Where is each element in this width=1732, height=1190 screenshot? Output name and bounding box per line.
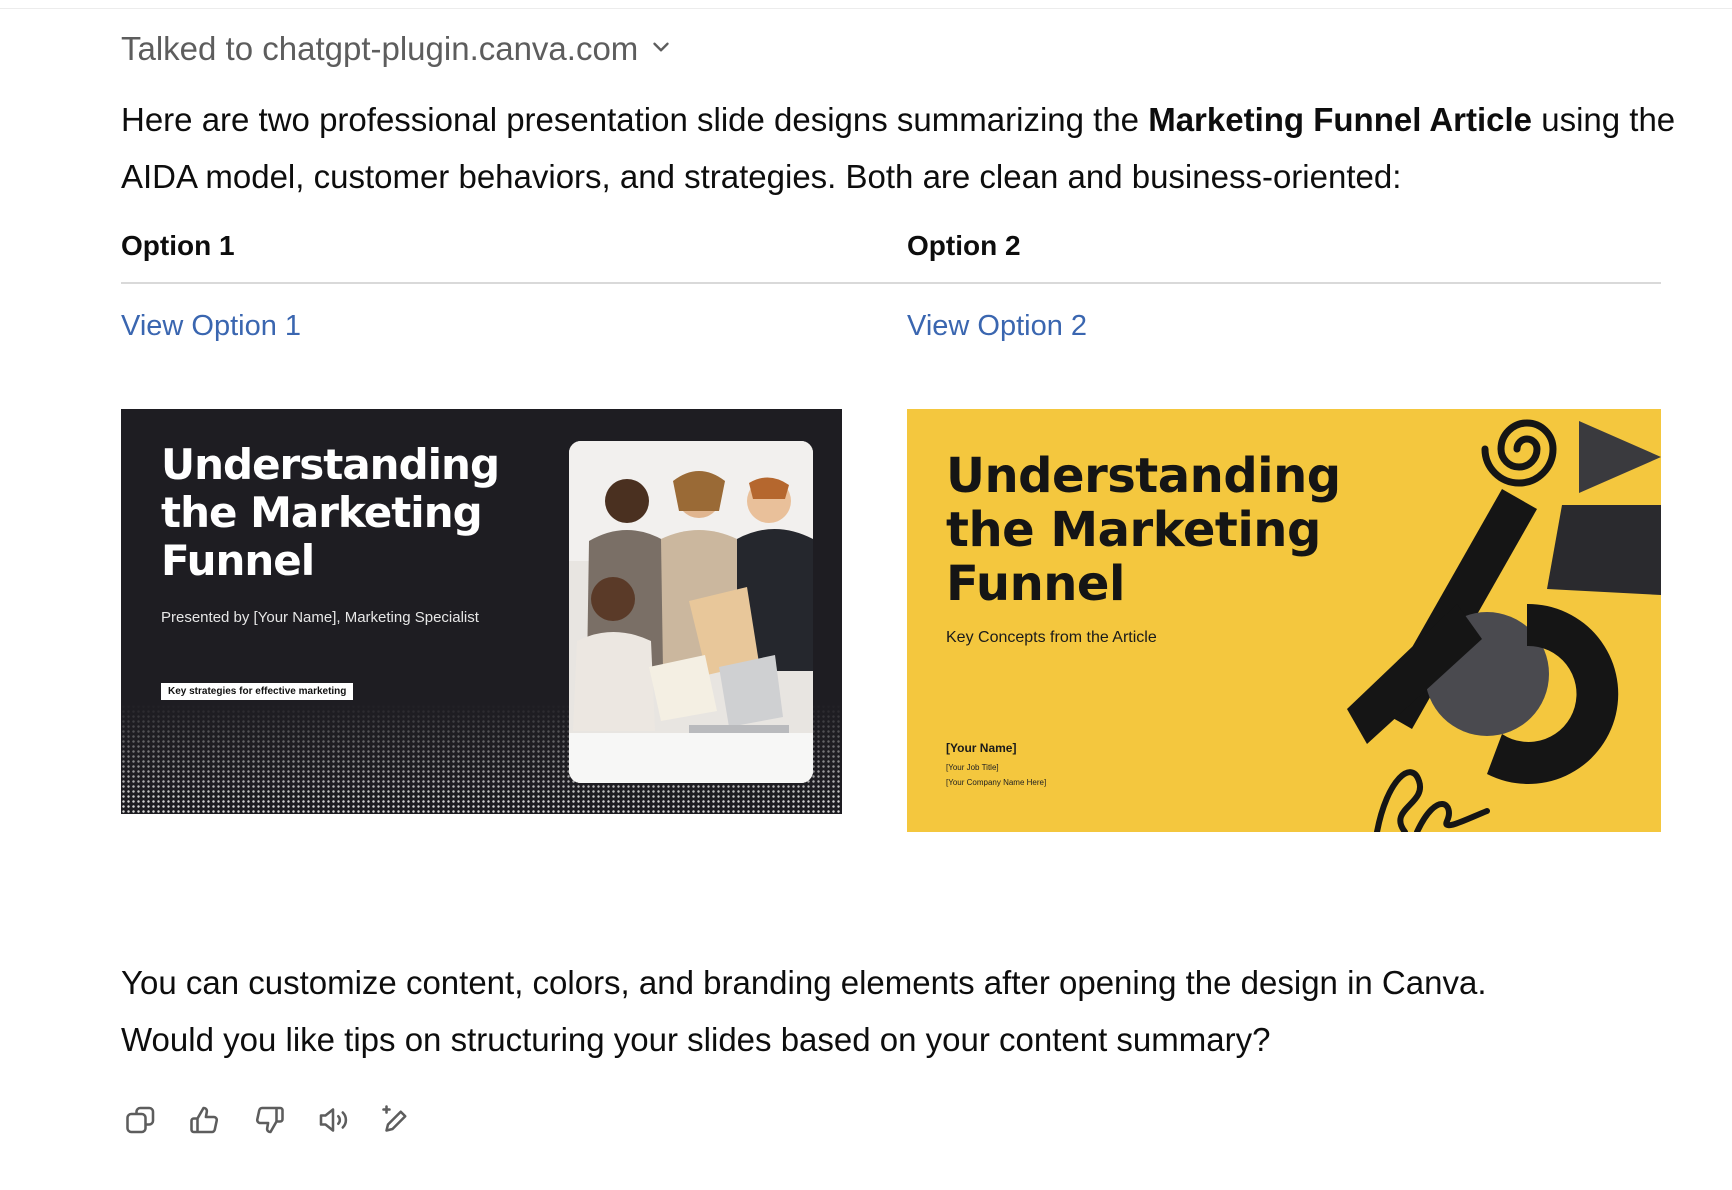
option-1-header: Option 1	[121, 230, 235, 261]
slide-preview-option-2[interactable]: Understanding the Marketing Funnel Key C…	[907, 409, 1661, 832]
slide-2-company: [Your Company Name Here]	[946, 778, 1047, 787]
table-divider	[121, 282, 1661, 284]
thumbs-down-button[interactable]	[249, 1100, 289, 1140]
chevron-down-icon	[648, 30, 674, 68]
tool-call-label: Talked to chatgpt-plugin.canva.com	[121, 30, 639, 67]
thumbs-down-icon	[256, 1106, 284, 1134]
thumbs-up-icon	[190, 1106, 218, 1134]
edit-sparkle-icon	[382, 1105, 407, 1132]
intro-paragraph: Here are two professional presentation s…	[121, 101, 1676, 195]
view-option-1-link[interactable]: View Option 1	[121, 310, 301, 343]
option-2-header: Option 2	[907, 230, 1021, 261]
read-aloud-button[interactable]	[313, 1100, 353, 1140]
business-team-photo	[569, 441, 813, 783]
copy-icon	[126, 1106, 155, 1134]
edit-button[interactable]	[377, 1100, 417, 1140]
copy-button[interactable]	[121, 1100, 161, 1140]
outro-line-2: Would you like tips on structuring your …	[121, 1021, 1271, 1058]
view-option-2-link[interactable]: View Option 2	[907, 310, 1087, 343]
slide-preview-option-1[interactable]: Understanding the Marketing Funnel Prese…	[121, 409, 842, 814]
slide-2-name: [Your Name]	[946, 741, 1017, 755]
outro-paragraph: You can customize content, colors, and b…	[121, 954, 1681, 1068]
tool-call-toggle[interactable]: Talked to chatgpt-plugin.canva.com	[121, 30, 674, 68]
outro-line-1: You can customize content, colors, and b…	[121, 964, 1487, 1001]
intro-bold: Marketing Funnel Article	[1148, 101, 1533, 138]
slide-1-subtitle: Presented by [Your Name], Marketing Spec…	[161, 609, 479, 626]
top-divider	[0, 8, 1732, 9]
slide-2-title: Understanding the Marketing Funnel	[946, 448, 1341, 612]
thumbs-up-button[interactable]	[185, 1100, 225, 1140]
slide-2-subtitle: Key Concepts from the Article	[946, 629, 1157, 646]
read-aloud-icon	[319, 1108, 348, 1132]
message-actions	[121, 1100, 417, 1140]
slide-1-title: Understanding the Marketing Funnel	[161, 440, 500, 585]
slide-1-badge: Key strategies for effective marketing	[161, 683, 354, 700]
slide-2-job: [Your Job Title]	[946, 763, 999, 772]
